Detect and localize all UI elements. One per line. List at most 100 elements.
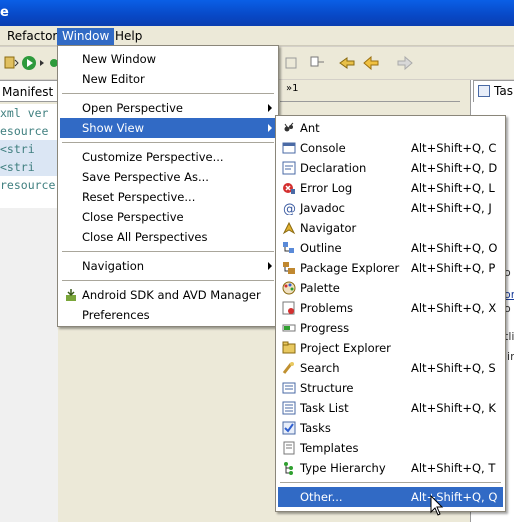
view-item-palette[interactable]: Palette bbox=[278, 278, 503, 298]
android-sdk-icon bbox=[66, 289, 76, 301]
view-item-label: Other... bbox=[300, 490, 343, 504]
view-item-navigator[interactable]: Navigator bbox=[278, 218, 503, 238]
view-item-label: Console bbox=[300, 141, 346, 155]
menu-item-label: New Editor bbox=[82, 72, 145, 86]
menu-item-label: New Window bbox=[82, 52, 157, 66]
problems-icon bbox=[282, 301, 295, 315]
view-item-shortcut: Alt+Shift+Q, J bbox=[411, 201, 492, 215]
menu-item-new-window[interactable]: New Window bbox=[60, 49, 276, 69]
run-icon[interactable] bbox=[20, 54, 38, 72]
menu-item-android-sdk-manager[interactable]: Android SDK and AVD Manager bbox=[60, 285, 276, 305]
view-item-type-hierarchy[interactable]: Type Hierarchy Alt+Shift+Q, T bbox=[278, 458, 503, 478]
view-item-task-list[interactable]: Task List Alt+Shift+Q, K bbox=[278, 398, 503, 418]
menu-window[interactable]: Window bbox=[57, 28, 115, 45]
menu-item-label: Show View bbox=[82, 121, 144, 135]
error-log-icon bbox=[283, 183, 295, 194]
view-item-label: Type Hierarchy bbox=[300, 461, 386, 475]
tasks-icon bbox=[282, 421, 296, 435]
view-item-tasks[interactable]: Tasks bbox=[278, 418, 503, 438]
view-item-label: Ant bbox=[300, 121, 320, 135]
view-item-shortcut: Alt+Shift+Q, D bbox=[411, 161, 498, 175]
menu-item-close-all-perspectives[interactable]: Close All Perspectives bbox=[60, 227, 276, 247]
view-item-label: Tasks bbox=[300, 421, 331, 435]
javadoc-icon: @ bbox=[283, 202, 296, 215]
title-bar: e bbox=[0, 0, 514, 26]
view-item-javadoc[interactable]: @ Javadoc Alt+Shift+Q, J bbox=[278, 198, 503, 218]
console-icon bbox=[282, 142, 296, 154]
templates-icon bbox=[283, 441, 295, 455]
view-item-outline[interactable]: Outline Alt+Shift+Q, O bbox=[278, 238, 503, 258]
menu-help[interactable]: Help bbox=[110, 28, 147, 45]
menu-item-preferences[interactable]: Preferences bbox=[60, 305, 276, 325]
debug-icon[interactable] bbox=[40, 54, 58, 72]
forward-icon[interactable] bbox=[396, 54, 414, 72]
view-item-package-explorer[interactable]: Package Explorer Alt+Shift+Q, P bbox=[278, 258, 503, 278]
submenu-arrow-icon bbox=[268, 124, 272, 132]
menu-item-close-perspective[interactable]: Close Perspective bbox=[60, 207, 276, 227]
view-item-shortcut: Alt+Shift+Q, X bbox=[411, 301, 497, 315]
menu-item-label: Close All Perspectives bbox=[82, 230, 208, 244]
menu-item-label: Android SDK and AVD Manager bbox=[82, 288, 261, 302]
view-item-project-explorer[interactable]: Project Explorer bbox=[278, 338, 503, 358]
submenu-arrow-icon bbox=[268, 262, 272, 270]
view-item-ant[interactable]: Ant bbox=[278, 118, 503, 138]
outline-icon bbox=[283, 242, 294, 253]
svg-text:@: @ bbox=[283, 202, 296, 215]
menu-separator bbox=[62, 280, 274, 281]
view-item-structure[interactable]: Structure bbox=[278, 378, 503, 398]
package-explorer-icon bbox=[283, 262, 295, 274]
view-item-label: Outline bbox=[300, 241, 342, 255]
view-item-label: Structure bbox=[300, 381, 354, 395]
project-explorer-icon bbox=[282, 341, 296, 354]
toggle-icon[interactable] bbox=[284, 54, 302, 72]
menu-item-label: Navigation bbox=[82, 259, 145, 273]
view-item-error-log[interactable]: Error Log Alt+Shift+Q, L bbox=[278, 178, 503, 198]
code-view[interactable]: xml ver esource <stri <stri resource bbox=[0, 104, 58, 208]
last-edit-location-icon[interactable] bbox=[338, 54, 356, 72]
menu-item-show-view[interactable]: Show View bbox=[60, 118, 276, 138]
search-icon bbox=[282, 362, 294, 374]
view-item-search[interactable]: Search Alt+Shift+Q, S bbox=[278, 358, 503, 378]
view-item-progress[interactable]: Progress bbox=[278, 318, 503, 338]
view-item-label: Package Explorer bbox=[300, 261, 400, 275]
view-item-label: Declaration bbox=[300, 161, 367, 175]
more-tabs-button[interactable]: »1 bbox=[286, 83, 298, 94]
view-item-other[interactable]: Other... Alt+Shift+Q, Q bbox=[278, 487, 503, 507]
menu-refactor[interactable]: Refactor bbox=[2, 28, 62, 45]
editor-tab-overflow: »1 bbox=[280, 80, 460, 102]
view-item-declaration[interactable]: Declaration Alt+Shift+Q, D bbox=[278, 158, 503, 178]
view-item-label: Error Log bbox=[300, 181, 353, 195]
menu-separator bbox=[62, 142, 274, 143]
menu-item-label: Reset Perspective... bbox=[82, 190, 196, 204]
view-item-templates[interactable]: Templates bbox=[278, 438, 503, 458]
back-icon[interactable] bbox=[362, 54, 380, 72]
type-hierarchy-icon bbox=[284, 462, 293, 475]
menu-item-save-perspective-as[interactable]: Save Perspective As... bbox=[60, 167, 276, 187]
menu-item-label: Close Perspective bbox=[82, 210, 184, 224]
next-annotation-icon[interactable] bbox=[308, 54, 326, 72]
external-tools-icon[interactable] bbox=[2, 54, 20, 72]
menu-item-customize-perspective[interactable]: Customize Perspective... bbox=[60, 147, 276, 167]
view-item-shortcut: Alt+Shift+Q, S bbox=[411, 361, 496, 375]
task-view-tab[interactable]: Task bbox=[473, 80, 514, 102]
menu-item-label: Open Perspective bbox=[82, 101, 183, 115]
view-item-shortcut: Alt+Shift+Q, Q bbox=[411, 490, 498, 504]
menu-item-navigation[interactable]: Navigation bbox=[60, 256, 276, 276]
window-menu: New Window New Editor Open Perspective S… bbox=[57, 45, 279, 327]
code-line: xml ver bbox=[0, 106, 49, 120]
menu-item-reset-perspective[interactable]: Reset Perspective... bbox=[60, 187, 276, 207]
view-item-label: Templates bbox=[300, 441, 359, 455]
view-item-label: Progress bbox=[300, 321, 350, 335]
menu-item-label: Preferences bbox=[82, 308, 150, 322]
code-line: <stri bbox=[0, 158, 58, 176]
view-item-label: Project Explorer bbox=[300, 341, 391, 355]
navigator-icon bbox=[282, 221, 296, 235]
menu-item-new-editor[interactable]: New Editor bbox=[60, 69, 276, 89]
menu-item-open-perspective[interactable]: Open Perspective bbox=[60, 98, 276, 118]
menu-separator bbox=[62, 93, 274, 94]
show-view-menu: Ant Console Alt+Shift+Q, C Declaration Alt… bbox=[275, 115, 506, 512]
view-item-console[interactable]: Console Alt+Shift+Q, C bbox=[278, 138, 503, 158]
structure-icon bbox=[282, 382, 296, 394]
view-item-label: Javadoc bbox=[300, 201, 345, 215]
view-item-problems[interactable]: Problems Alt+Shift+Q, X bbox=[278, 298, 503, 318]
